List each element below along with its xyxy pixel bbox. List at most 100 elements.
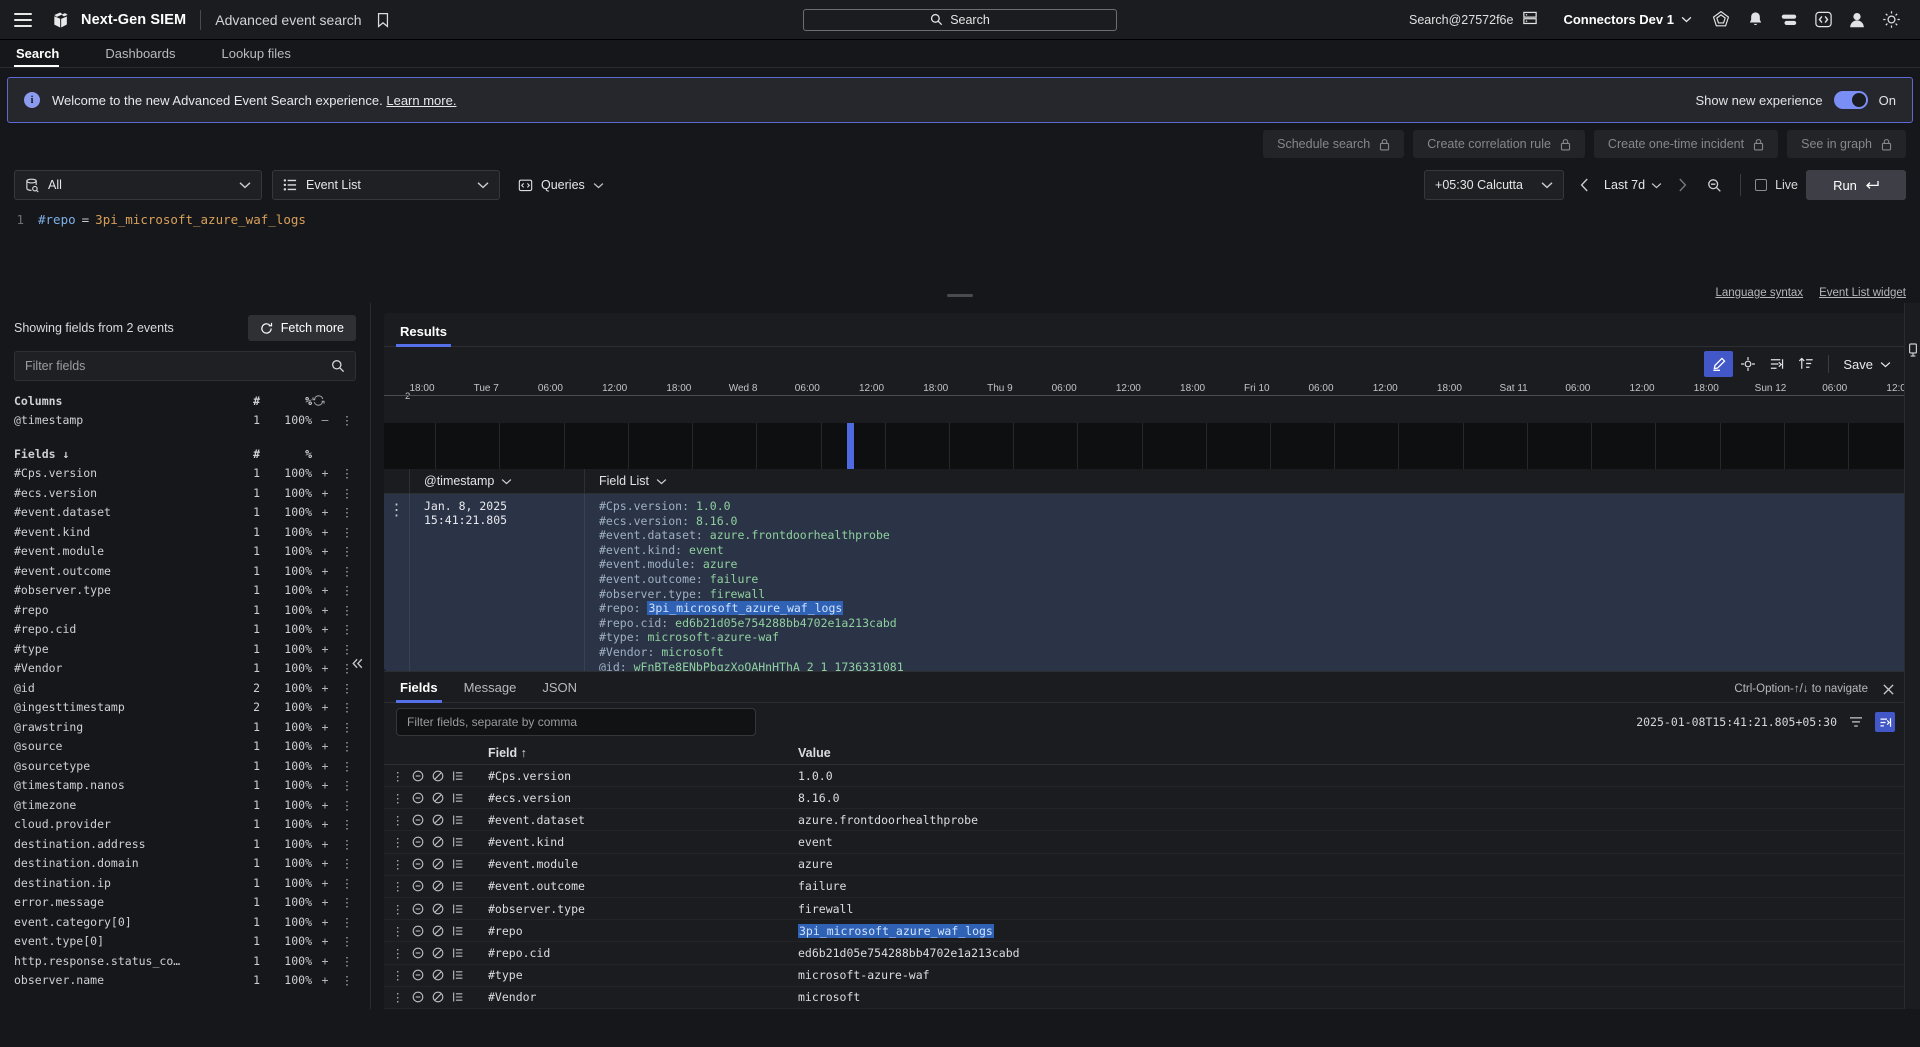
bell-icon[interactable] <box>1738 3 1772 37</box>
field-item[interactable]: #observer.type1100%+⋮ <box>0 581 370 601</box>
field-item[interactable]: #Vendor1100%+⋮ <box>0 659 370 679</box>
query-line-1[interactable]: 1 #repo = 3pi_microsoft_azure_waf_logs <box>0 211 1920 229</box>
more-vertical-icon[interactable]: ⋮ <box>338 895 356 909</box>
more-vertical-icon[interactable]: ⋮ <box>338 934 356 948</box>
user-icon[interactable] <box>1840 3 1874 37</box>
add-field-icon[interactable]: + <box>312 778 338 792</box>
view-mode-selector[interactable]: Event List <box>272 170 500 200</box>
field-item[interactable]: @id2100%+⋮ <box>0 678 370 698</box>
field-item[interactable]: #type1100%+⋮ <box>0 639 370 659</box>
exclude-icon[interactable] <box>412 991 424 1003</box>
field-item[interactable]: @sourcetype1100%+⋮ <box>0 756 370 776</box>
field-item[interactable]: cloud.provider1100%+⋮ <box>0 815 370 835</box>
add-field-icon[interactable]: + <box>312 817 338 831</box>
add-field-icon[interactable]: + <box>312 525 338 539</box>
more-vertical-icon[interactable]: ⋮ <box>338 700 356 714</box>
show-new-experience-toggle[interactable] <box>1834 91 1868 109</box>
column-item-timestamp[interactable]: @timestamp 1 100% — ⋮ <box>0 411 370 431</box>
create-one-time-incident-button[interactable]: Create one-time incident <box>1594 130 1778 158</box>
field-item[interactable]: @source1100%+⋮ <box>0 737 370 757</box>
field-item[interactable]: #event.dataset1100%+⋮ <box>0 503 370 523</box>
create-correlation-rule-button[interactable]: Create correlation rule <box>1413 130 1585 158</box>
add-field-icon[interactable]: + <box>312 895 338 909</box>
brightness-icon[interactable] <box>1874 3 1908 37</box>
search-icon[interactable] <box>331 359 345 373</box>
add-field-icon[interactable]: + <box>312 642 338 656</box>
add-field-icon[interactable]: + <box>312 720 338 734</box>
more-vertical-icon[interactable]: ⋮ <box>392 813 404 827</box>
more-vertical-icon[interactable]: ⋮ <box>338 466 356 480</box>
more-vertical-icon[interactable]: ⋮ <box>338 778 356 792</box>
field-item[interactable]: error.message1100%+⋮ <box>0 893 370 913</box>
table-row[interactable]: ⋮#event.kindevent <box>384 831 1907 853</box>
field-item[interactable]: @rawstring1100%+⋮ <box>0 717 370 737</box>
more-vertical-icon[interactable]: ⋮ <box>338 973 356 987</box>
hamburger-icon[interactable] <box>14 13 32 27</box>
more-vertical-icon[interactable]: ⋮ <box>338 544 356 558</box>
more-vertical-icon[interactable]: ⋮ <box>338 603 356 617</box>
add-field-icon[interactable]: + <box>312 954 338 968</box>
run-button[interactable]: Run <box>1806 170 1906 200</box>
more-vertical-icon[interactable]: ⋮ <box>338 681 356 695</box>
field-item[interactable]: @timezone1100%+⋮ <box>0 795 370 815</box>
add-field-icon[interactable]: + <box>312 973 338 987</box>
fetch-more-button[interactable]: Fetch more <box>248 315 356 341</box>
show-list-icon[interactable] <box>452 925 464 937</box>
table-row[interactable]: ⋮#event.moduleazure <box>384 854 1907 876</box>
schedule-search-button[interactable]: Schedule search <box>1263 130 1404 158</box>
add-field-icon[interactable]: + <box>312 700 338 714</box>
live-checkbox[interactable] <box>1755 179 1767 191</box>
field-item[interactable]: @timestamp.nanos1100%+⋮ <box>0 776 370 796</box>
more-vertical-icon[interactable]: ⋮ <box>392 879 404 893</box>
nav-tab-dashboards[interactable]: Dashboards <box>103 46 189 67</box>
queries-button[interactable]: Queries <box>510 178 612 192</box>
field-item[interactable]: #ecs.version1100%+⋮ <box>0 483 370 503</box>
panel-toggle-icon[interactable] <box>1907 343 1919 357</box>
nav-tab-lookup-files[interactable]: Lookup files <box>219 46 304 67</box>
table-row[interactable]: ⋮#repo3pi_microsoft_azure_waf_logs <box>384 920 1907 942</box>
exclude-icon[interactable] <box>412 858 424 870</box>
annotate-icon[interactable] <box>1704 351 1733 377</box>
field-item[interactable]: destination.ip1100%+⋮ <box>0 873 370 893</box>
more-vertical-icon[interactable]: ⋮ <box>338 525 356 539</box>
more-vertical-icon[interactable]: ⋮ <box>338 915 356 929</box>
connector-selector[interactable]: Connectors Dev 1 <box>1563 12 1692 27</box>
more-vertical-icon[interactable]: ⋮ <box>392 791 404 805</box>
tab-results[interactable]: Results <box>400 324 447 346</box>
pentagon-shield-icon[interactable] <box>1704 3 1738 37</box>
show-list-icon[interactable] <box>452 858 464 870</box>
detail-filter-input[interactable]: Filter fields, separate by comma <box>396 708 756 736</box>
field-item[interactable]: destination.address1100%+⋮ <box>0 834 370 854</box>
timezone-selector[interactable]: +05:30 Calcutta <box>1424 170 1564 200</box>
detail-col-field[interactable]: Field ↑ <box>488 746 798 760</box>
more-vertical-icon[interactable]: ⋮ <box>338 583 356 597</box>
show-list-icon[interactable] <box>452 836 464 848</box>
bookmark-icon[interactable] <box>376 12 390 28</box>
include-icon[interactable] <box>432 969 444 981</box>
more-vertical-icon[interactable]: ⋮ <box>338 817 356 831</box>
remove-column-icon[interactable]: — <box>312 413 338 427</box>
more-vertical-icon[interactable]: ⋮ <box>392 769 404 783</box>
include-icon[interactable] <box>432 770 444 782</box>
add-field-icon[interactable]: + <box>312 798 338 812</box>
filter-fields-input[interactable]: Filter fields <box>14 351 356 381</box>
query-editor[interactable]: 1 #repo = 3pi_microsoft_azure_waf_logs L… <box>0 205 1920 303</box>
add-field-icon[interactable]: + <box>312 759 338 773</box>
include-icon[interactable] <box>432 814 444 826</box>
show-list-icon[interactable] <box>452 947 464 959</box>
more-vertical-icon[interactable]: ⋮ <box>392 835 404 849</box>
field-item[interactable]: #event.kind1100%+⋮ <box>0 522 370 542</box>
tab-message[interactable]: Message <box>464 680 517 702</box>
add-field-icon[interactable]: + <box>312 466 338 480</box>
global-search-input[interactable]: Search <box>803 9 1117 31</box>
table-row[interactable]: ⋮#event.datasetazure.frontdoorhealthprob… <box>384 809 1907 831</box>
include-icon[interactable] <box>432 991 444 1003</box>
table-row[interactable]: ⋮#observer.typefirewall <box>384 898 1907 920</box>
tab-json[interactable]: JSON <box>542 680 577 702</box>
server-stack-icon[interactable] <box>1513 3 1547 37</box>
table-row[interactable]: ⋮#Cps.version1.0.0 <box>384 765 1907 787</box>
live-toggle[interactable]: Live <box>1755 178 1798 192</box>
show-list-icon[interactable] <box>452 969 464 981</box>
add-field-icon[interactable]: + <box>312 876 338 890</box>
more-vertical-icon[interactable]: ⋮ <box>338 505 356 519</box>
